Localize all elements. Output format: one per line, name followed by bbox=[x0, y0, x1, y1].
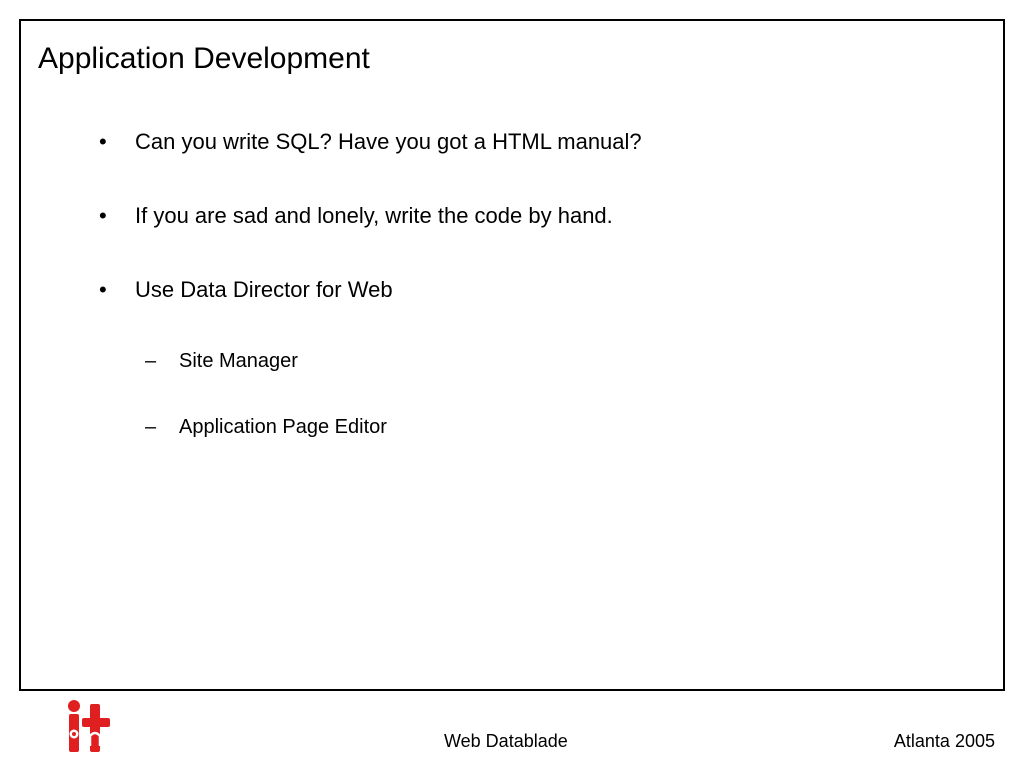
iot-logo-icon bbox=[60, 698, 112, 756]
footer-center-text: Web Datablade bbox=[444, 731, 568, 751]
bullet-text: Can you write SQL? Have you got a HTML m… bbox=[135, 129, 642, 154]
sub-bullet-marker: – bbox=[145, 350, 157, 372]
bullet-marker: • bbox=[99, 203, 107, 228]
sub-bullet-item: – Application Page Editor bbox=[145, 415, 387, 439]
bullet-text: Use Data Director for Web bbox=[135, 277, 393, 302]
sub-bullet-text: Application Page Editor bbox=[179, 416, 387, 438]
sub-bullet-text: Site Manager bbox=[179, 350, 298, 372]
bullet-item: • If you are sad and lonely, write the co… bbox=[99, 203, 613, 229]
slide-page: Application Development • Can you write S… bbox=[0, 0, 1024, 768]
bullet-marker: • bbox=[99, 129, 107, 154]
bullet-list: • Can you write SQL? Have you got a HTML … bbox=[21, 21, 1003, 689]
bullet-text: If you are sad and lonely, write the cod… bbox=[135, 203, 613, 228]
bullet-item: • Use Data Director for Web bbox=[99, 277, 393, 303]
bullet-item: • Can you write SQL? Have you got a HTML … bbox=[99, 129, 642, 155]
sub-bullet-item: – Site Manager bbox=[145, 349, 298, 373]
sub-bullet-marker: – bbox=[145, 416, 157, 438]
slide-frame: Application Development • Can you write S… bbox=[19, 19, 1005, 691]
footer-right-text: Atlanta 2005 bbox=[893, 731, 995, 751]
bullet-marker: • bbox=[99, 277, 107, 302]
